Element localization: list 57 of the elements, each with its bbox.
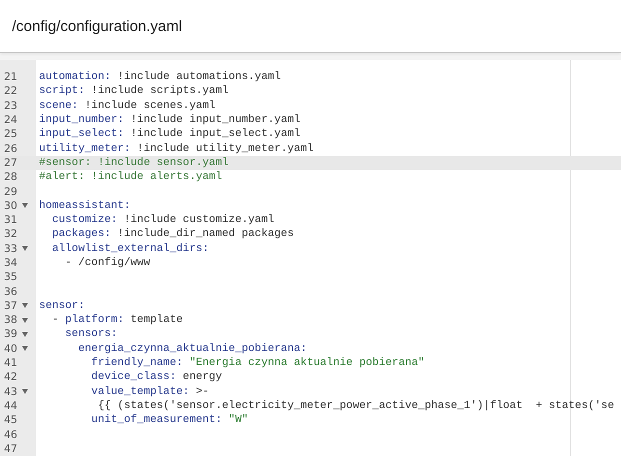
- code-line: value_template: >-: [90, 386, 209, 398]
- code-line: customize: !include customize.yaml: [51, 214, 274, 226]
- code-line: friendly_name: "Energia czynna aktualnie pobierana": [90, 357, 425, 370]
- fold-arrow-icon[interactable]: [22, 203, 28, 208]
- fold-arrow-icon[interactable]: [22, 246, 28, 252]
- line-number: 40: [4, 342, 18, 355]
- fold-arrow-icon[interactable]: [22, 389, 28, 394]
- code-line: input_number: !include input_number.yaml: [38, 114, 300, 126]
- line-number: 39: [4, 328, 18, 340]
- line-number: 24: [4, 114, 18, 126]
- line-number: 35: [4, 271, 18, 284]
- code-line: - /config/www: [64, 257, 150, 269]
- line-number: 47: [4, 442, 18, 455]
- code-line: #sensor: !include sensor.yaml: [38, 156, 229, 169]
- code-line: packages: !include_dir_named packages: [51, 228, 294, 240]
- code-line: energia_czynna_aktualnie_pobierana:: [77, 342, 307, 355]
- line-number: 22: [4, 85, 18, 98]
- line-number: 42: [4, 371, 18, 384]
- line-number: 27: [4, 156, 18, 169]
- code-line: sensor:: [38, 300, 85, 312]
- line-number: 29: [4, 186, 18, 198]
- file-path-title: /config/configuration.yaml: [12, 18, 182, 34]
- line-number: 32: [4, 228, 18, 240]
- code-line: #alert: !include alerts.yaml: [38, 171, 222, 184]
- line-number: 38: [4, 314, 18, 326]
- line-number: 31: [4, 214, 18, 226]
- code-line: device_class: energy: [90, 371, 222, 384]
- code-line: {{ (states('sensor.electricity_meter_power_active_phase_1')|float + states('se: [96, 400, 614, 412]
- code-line: unit_of_measurement: "W": [90, 414, 248, 426]
- line-number: 45: [4, 414, 18, 426]
- code-line: script: !include scripts.yaml: [38, 85, 229, 98]
- code-line: sensors:: [64, 328, 118, 340]
- code-line: input_select: !include input_select.yaml: [38, 128, 300, 140]
- line-number: 23: [4, 100, 18, 112]
- fold-arrow-icon[interactable]: [22, 318, 28, 323]
- fold-arrow-icon[interactable]: [22, 346, 28, 352]
- line-number: 28: [4, 171, 18, 184]
- line-number: 25: [4, 128, 18, 140]
- line-number: 43: [4, 386, 18, 398]
- code-line: utility_meter: !include utility_meter.yaml: [38, 142, 314, 155]
- code-line: scene: !include scenes.yaml: [38, 100, 216, 112]
- line-number: 44: [4, 400, 18, 412]
- code-line: allowlist_external_dirs:: [51, 242, 209, 255]
- line-number: 26: [4, 142, 18, 155]
- code-line: - platform: template: [51, 314, 183, 326]
- line-number: 46: [4, 428, 18, 441]
- fold-arrow-icon[interactable]: [22, 332, 28, 337]
- line-number: 21: [4, 71, 18, 84]
- code-line: automation: !include automations.yaml: [38, 71, 281, 84]
- line-number: 34: [4, 257, 18, 269]
- line-number: 30: [4, 200, 18, 212]
- fold-arrow-icon[interactable]: [22, 303, 28, 308]
- line-number: 36: [4, 286, 18, 298]
- line-number: 41: [4, 357, 18, 370]
- code-line: homeassistant:: [38, 200, 130, 212]
- line-number: 33: [4, 242, 18, 255]
- line-number: 37: [4, 300, 18, 312]
